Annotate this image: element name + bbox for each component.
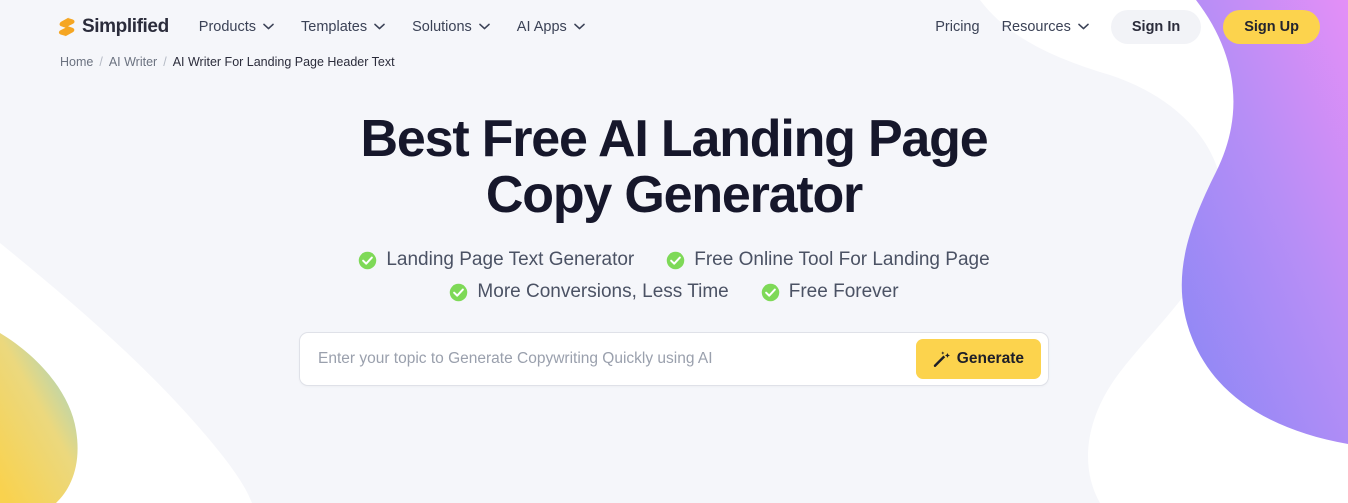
generate-button-label: Generate	[956, 350, 1024, 368]
brand-logo[interactable]: Simplified	[56, 16, 169, 38]
hero-section: Best Free AI Landing Page Copy Generator…	[0, 69, 1348, 387]
lightning-s-logo-icon	[58, 16, 75, 37]
nav-item-templates[interactable]: Templates	[301, 19, 385, 35]
breadcrumb-item-home[interactable]: Home	[60, 55, 93, 69]
breadcrumb-separator: /	[163, 55, 167, 69]
feature-list: Landing Page Text Generator Free Online …	[0, 249, 1348, 303]
breadcrumb-item-ai-writer[interactable]: AI Writer	[109, 55, 157, 69]
feature-item: More Conversions, Less Time	[449, 281, 729, 303]
feature-label: Landing Page Text Generator	[386, 249, 635, 271]
generate-button[interactable]: Generate	[915, 339, 1041, 380]
check-circle-icon	[450, 283, 468, 302]
page-title: Best Free AI Landing Page Copy Generator	[360, 110, 989, 225]
nav-label-templates: Templates	[301, 18, 368, 35]
nav-label-products: Products	[198, 18, 257, 35]
chevron-down-icon	[478, 23, 490, 30]
nav-item-pricing[interactable]: Pricing	[935, 19, 979, 35]
sign-in-button[interactable]: Sign In	[1110, 9, 1202, 44]
feature-label: Free Online Tool For Landing Page	[694, 249, 990, 271]
sign-up-button[interactable]: Sign Up	[1223, 9, 1320, 44]
feature-label: More Conversions, Less Time	[477, 281, 729, 303]
search-input[interactable]	[300, 333, 916, 386]
nav-item-products[interactable]: Products	[199, 19, 274, 35]
feature-item: Free Forever	[761, 281, 899, 303]
nav-item-resources[interactable]: Resources	[1002, 19, 1089, 35]
check-circle-icon	[359, 251, 377, 270]
feature-item: Landing Page Text Generator	[358, 249, 634, 271]
nav-label-pricing: Pricing	[935, 18, 980, 35]
breadcrumb: Home / AI Writer / AI Writer For Landing…	[0, 53, 1348, 69]
feature-row: More Conversions, Less Time Free Forever	[449, 281, 899, 303]
nav-label-solutions: Solutions	[412, 18, 472, 35]
magic-wand-icon	[933, 351, 950, 367]
nav-item-ai-apps[interactable]: AI Apps	[517, 19, 585, 35]
feature-row: Landing Page Text Generator Free Online …	[358, 249, 990, 271]
chevron-down-icon	[573, 23, 585, 30]
breadcrumb-separator: /	[99, 55, 103, 69]
chevron-down-icon	[374, 23, 385, 30]
topic-search-bar: Generate	[299, 332, 1049, 387]
feature-label: Free Forever	[788, 281, 899, 303]
brand-name: Simplified	[82, 15, 169, 37]
check-circle-icon	[761, 283, 779, 302]
check-circle-icon	[667, 251, 685, 270]
nav-label-ai-apps: AI Apps	[516, 18, 567, 35]
primary-nav-links: Products Templates Solutions AI Apps	[199, 19, 585, 35]
feature-item: Free Online Tool For Landing Page	[666, 249, 990, 271]
nav-right-group: Pricing Resources Sign In Sign Up	[935, 9, 1320, 44]
chevron-down-icon	[1078, 23, 1089, 30]
nav-label-resources: Resources	[1001, 18, 1071, 35]
chevron-down-icon	[263, 23, 274, 30]
top-navigation-bar: Simplified Products Templates Solutions …	[0, 0, 1348, 53]
nav-item-solutions[interactable]: Solutions	[412, 19, 490, 35]
breadcrumb-item-current: AI Writer For Landing Page Header Text	[172, 55, 395, 69]
